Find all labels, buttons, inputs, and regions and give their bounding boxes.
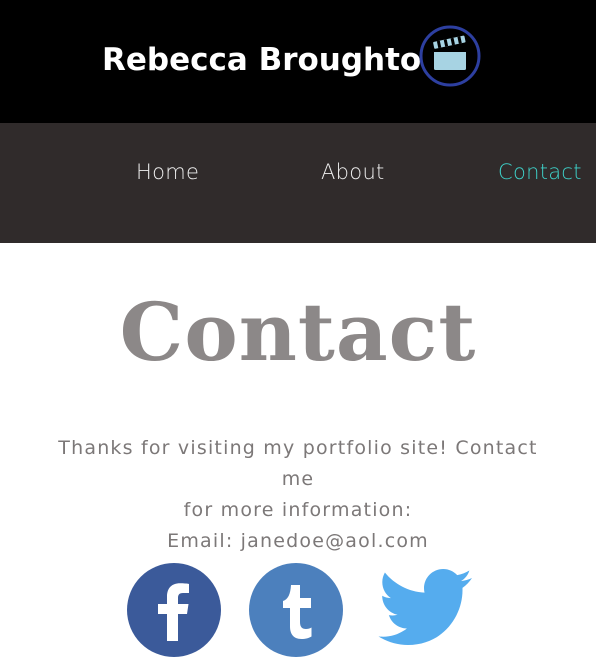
facebook-icon[interactable] bbox=[127, 563, 221, 657]
main-nav: Home About Contact bbox=[0, 123, 596, 243]
message-line: for more information: bbox=[183, 499, 413, 521]
nav-item-home[interactable]: Home bbox=[136, 157, 199, 187]
nav-item-contact[interactable]: Contact bbox=[498, 157, 582, 187]
message-line: Thanks for visiting my portfolio site! C… bbox=[58, 437, 538, 490]
page-title: Contact bbox=[119, 285, 477, 379]
nav-item-about[interactable]: About bbox=[321, 157, 385, 187]
tumblr-icon[interactable] bbox=[249, 563, 343, 657]
email-line[interactable]: Email: janedoe@aol.com bbox=[40, 526, 556, 557]
site-title[interactable]: Rebecca Broughton bbox=[102, 40, 443, 80]
twitter-icon[interactable] bbox=[369, 566, 475, 656]
site-header: Rebecca Broughton bbox=[0, 0, 596, 123]
contact-message: Thanks for visiting my portfolio site! C… bbox=[40, 433, 556, 557]
clapperboard-icon[interactable] bbox=[419, 25, 481, 87]
page: Rebecca Broughton Home About Contact Con… bbox=[0, 0, 596, 660]
